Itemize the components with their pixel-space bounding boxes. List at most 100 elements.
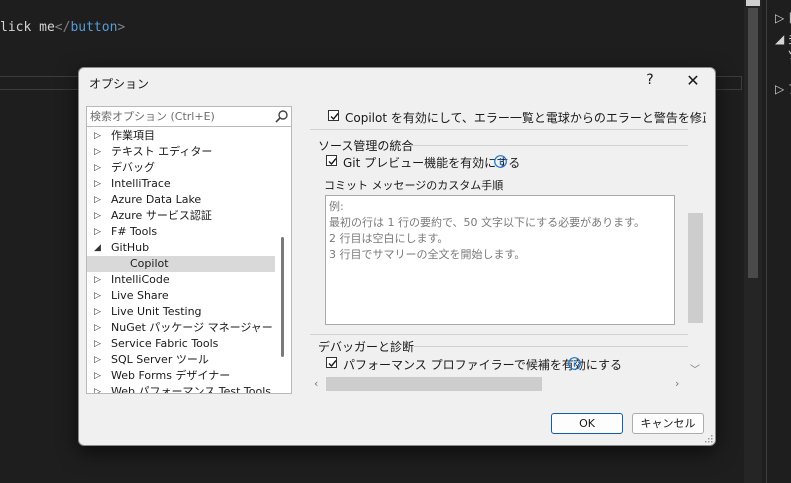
tree-item[interactable]: ▷ Web Forms デザイナー	[87, 368, 275, 384]
options-dialog: オプション ? ✕ ▷ 作業項目 ▷ テキスト エディター ▷ デバッグ ▷ IntelliT…	[78, 67, 716, 446]
source-control-header: ソース管理の統合	[318, 139, 414, 153]
tree-item[interactable]: Copilot	[87, 256, 275, 272]
tree-item[interactable]: ▷ F# Tools	[87, 224, 275, 240]
profiler-checkbox[interactable]	[326, 357, 337, 368]
horizontal-scrollbar-thumb[interactable]	[326, 377, 542, 391]
tree-item[interactable]: ▷ Live Share	[87, 288, 275, 304]
close-button[interactable]: ✕	[685, 71, 701, 90]
collapsed-arrow-icon[interactable]: ▷	[94, 288, 101, 304]
placeholder-line: 2 行目は空白にします。	[329, 232, 449, 245]
collapsed-arrow-icon[interactable]: ▷	[94, 336, 101, 352]
expanded-arrow-icon[interactable]: ◢	[94, 240, 101, 256]
collapsed-arrow-icon[interactable]: ▷	[94, 368, 101, 384]
code-line: lick me</button>	[0, 20, 125, 35]
tree-item-label: テキスト エディター	[111, 145, 213, 158]
checkmark-icon	[328, 158, 337, 166]
collapsed-arrow-icon[interactable]: ▷	[94, 224, 101, 240]
collapsed-arrow-icon[interactable]: ▷	[94, 320, 101, 336]
tree-item-label: 作業項目	[111, 129, 155, 142]
side-panel-row[interactable]: ▷ 目	[775, 9, 791, 26]
placeholder-line: 最初の行は 1 行の要約で、50 文字以下にする必要があります。	[329, 216, 646, 229]
content-scrollbar-thumb[interactable]	[688, 213, 703, 323]
tree-item[interactable]: ▷ デバッグ	[87, 160, 275, 176]
git-preview-checkbox[interactable]	[326, 155, 337, 166]
editor-scrollbar-thumb[interactable]	[748, 8, 758, 278]
info-icon[interactable]	[568, 357, 581, 370]
divider	[310, 334, 688, 335]
tree-item[interactable]: ▷ Web パフォーマンス Test Tools	[87, 384, 275, 393]
scroll-down-icon[interactable]: ﹀	[690, 361, 700, 376]
collapsed-arrow-icon[interactable]: ▷	[94, 304, 101, 320]
collapsed-arrow-icon[interactable]: ▷	[94, 176, 101, 192]
tree-item-label: IntelliTrace	[111, 177, 171, 190]
side-panel-row[interactable]: ◢ 多	[775, 30, 791, 47]
ok-button[interactable]: OK	[551, 413, 623, 434]
scroll-up-icon[interactable]: ︿	[690, 106, 700, 121]
divider	[310, 129, 688, 130]
tree-item[interactable]: ▷ Live Unit Testing	[87, 304, 275, 320]
tree-item-label: Azure Data Lake	[111, 193, 202, 206]
options-tree[interactable]: ▷ 作業項目 ▷ テキスト エディター ▷ デバッグ ▷ IntelliTrace ▷ Azure…	[86, 126, 292, 394]
search-icon[interactable]	[274, 109, 289, 124]
collapsed-arrow-icon[interactable]: ▷	[94, 352, 101, 368]
tree-item-label: SQL Server ツール	[111, 353, 209, 366]
info-icon[interactable]	[494, 155, 507, 168]
tree-item[interactable]: ▷ Azure Data Lake	[87, 192, 275, 208]
scroll-left-icon[interactable]: ‹	[314, 377, 318, 390]
code-tag-name: button	[70, 20, 118, 35]
placeholder-line: 例:	[329, 200, 344, 213]
tree-item-label: Azure サービス認証	[111, 209, 212, 222]
code-tag-open: </	[54, 20, 71, 35]
copilot-fix-checkbox[interactable]	[328, 110, 339, 121]
tree-item[interactable]: ▷ SQL Server ツール	[87, 352, 275, 368]
options-content: Copilot を有効にして、エラー一覧と電球からのエラーと警告を修正します ソ…	[306, 102, 706, 398]
collapsed-arrow-icon[interactable]: ▷	[94, 272, 101, 288]
code-tag-end: >	[117, 20, 126, 35]
checkmark-icon	[328, 360, 337, 368]
tree-item[interactable]: ▷ Azure サービス認証	[87, 208, 275, 224]
placeholder-line: 3 行目でサマリーの全文を開始します。	[329, 248, 526, 261]
editor-scrollbar[interactable]	[744, 0, 762, 483]
collapsed-arrow-icon[interactable]: ▷	[94, 128, 101, 144]
tree-item[interactable]: ▷ 作業項目	[87, 128, 275, 144]
tree-item[interactable]: ▷ IntelliTrace	[87, 176, 275, 192]
side-panel-row[interactable]: ▷ ア	[775, 80, 791, 97]
help-button[interactable]: ?	[643, 72, 657, 88]
tree-item-label: Web Forms デザイナー	[111, 369, 231, 382]
side-panel-row: ソ	[787, 46, 791, 63]
collapsed-arrow-icon[interactable]: ▷	[94, 144, 101, 160]
tree-item[interactable]: ▷ Service Fabric Tools	[87, 336, 275, 352]
scrollbar-marker	[746, 0, 760, 6]
divider	[414, 346, 688, 347]
tree-item-label: Live Share	[111, 289, 169, 302]
collapsed-arrow-icon[interactable]: ▷	[94, 208, 101, 224]
options-search[interactable]	[86, 106, 292, 127]
tree-item-label: デバッグ	[111, 161, 155, 174]
checkmark-icon	[330, 113, 339, 121]
divider	[411, 145, 688, 146]
tree-item-label: IntelliCode	[111, 273, 170, 286]
tree-item-label: F# Tools	[111, 225, 158, 238]
collapsed-arrow-icon[interactable]: ▷	[94, 192, 101, 208]
collapsed-arrow-icon[interactable]: ▷	[94, 384, 101, 393]
tree-item[interactable]: ▷ テキスト エディター	[87, 144, 275, 160]
code-text: lick me	[0, 20, 55, 35]
cancel-button[interactable]: キャンセル	[632, 413, 704, 434]
tree-item-label: Live Unit Testing	[111, 305, 202, 318]
side-panel: ▷ 目 ◢ 多 ソ ▷ ア	[766, 0, 791, 483]
tree-scrollbar[interactable]	[281, 237, 284, 357]
resize-grip-icon[interactable]	[703, 433, 713, 443]
commit-instructions-input[interactable]: 例: 最初の行は 1 行の要約で、50 文字以下にする必要があります。 2 行目…	[325, 195, 675, 325]
dialog-title: オプション	[89, 77, 150, 91]
collapsed-arrow-icon[interactable]: ▷	[94, 160, 101, 176]
debugger-header: デバッガーと診断	[318, 340, 415, 354]
search-input[interactable]	[90, 109, 266, 124]
tree-item-label: GitHub	[111, 241, 150, 254]
commit-instructions-label: コミット メッセージのカスタム手順	[324, 179, 504, 192]
tree-item-label: Copilot	[130, 257, 169, 270]
tree-item-label: NuGet パッケージ マネージャー	[111, 321, 273, 334]
tree-item[interactable]: ◢ GitHub	[87, 240, 275, 256]
tree-item[interactable]: ▷ NuGet パッケージ マネージャー	[87, 320, 275, 336]
tree-item[interactable]: ▷ IntelliCode	[87, 272, 275, 288]
scroll-right-icon[interactable]: ›	[675, 377, 679, 390]
